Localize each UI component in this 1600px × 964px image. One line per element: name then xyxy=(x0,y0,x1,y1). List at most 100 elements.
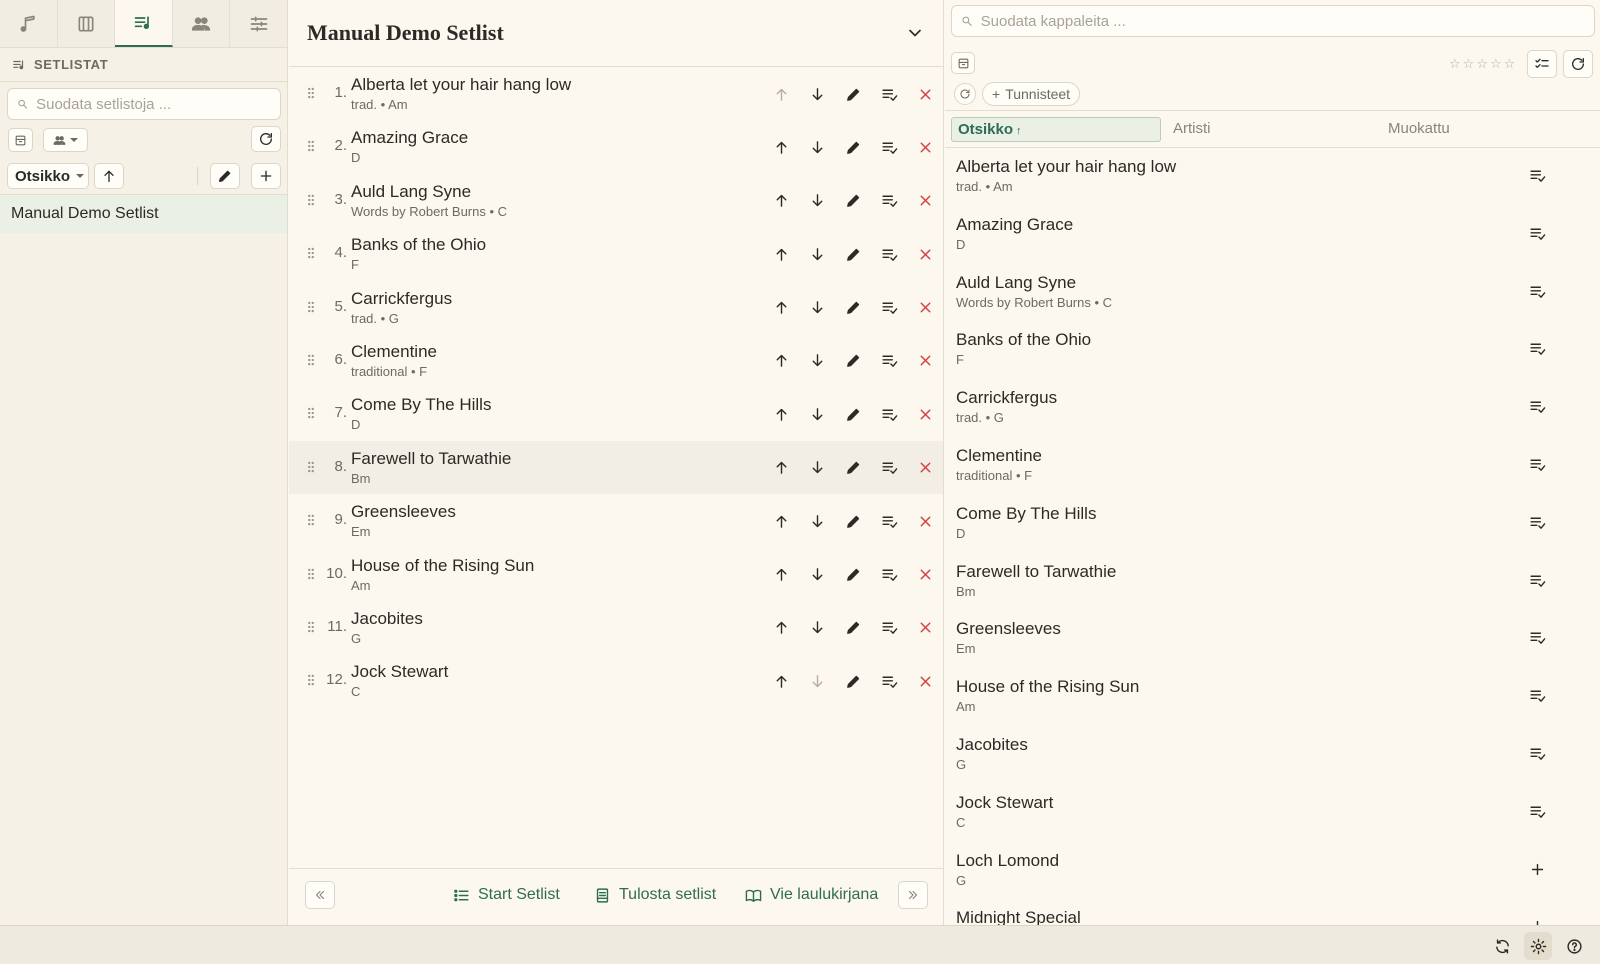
in-setlist-button[interactable] xyxy=(1529,225,1546,242)
song-title[interactable]: Carrickfergus xyxy=(956,388,1057,408)
song-title[interactable]: Come By The Hills xyxy=(351,395,491,415)
refresh-setlists-button[interactable] xyxy=(251,126,281,152)
drag-handle-icon[interactable] xyxy=(304,139,318,153)
print-setlist-button[interactable]: Tulosta setlist xyxy=(594,886,716,904)
column-header-artist[interactable]: Artisti xyxy=(1173,120,1211,137)
group-filter-dropdown[interactable] xyxy=(43,128,88,152)
song-list-item[interactable]: Farewell to Tarwathie Bm xyxy=(945,553,1600,611)
move-down-button[interactable] xyxy=(799,670,835,692)
drag-handle-icon[interactable] xyxy=(304,246,318,260)
edit-setlist-button[interactable] xyxy=(210,163,240,189)
in-setlist-button[interactable] xyxy=(1529,456,1546,473)
move-up-button[interactable] xyxy=(763,83,799,105)
drag-handle-icon[interactable] xyxy=(304,620,318,634)
entry-options-button[interactable] xyxy=(871,243,907,265)
edit-entry-button[interactable] xyxy=(835,564,871,586)
edit-entry-button[interactable] xyxy=(835,457,871,479)
entry-options-button[interactable] xyxy=(871,457,907,479)
drag-handle-icon[interactable] xyxy=(304,300,318,314)
setlist-row[interactable]: 2. Amazing Grace D xyxy=(289,120,943,173)
edit-entry-button[interactable] xyxy=(835,136,871,158)
setlist-row[interactable]: 11. Jacobites G xyxy=(289,601,943,654)
song-list-item[interactable]: House of the Rising Sun Am xyxy=(945,668,1600,726)
song-list-item[interactable]: Loch Lomond G xyxy=(945,842,1600,900)
sort-select[interactable]: Otsikko xyxy=(7,163,89,189)
drag-handle-icon[interactable] xyxy=(304,460,318,474)
move-up-button[interactable] xyxy=(763,564,799,586)
song-title[interactable]: Banks of the Ohio xyxy=(956,330,1091,350)
song-filter[interactable] xyxy=(951,5,1595,37)
move-down-button[interactable] xyxy=(799,457,835,479)
move-up-button[interactable] xyxy=(763,136,799,158)
move-up-button[interactable] xyxy=(763,297,799,319)
chevron-down-icon[interactable] xyxy=(905,23,925,43)
song-title[interactable]: House of the Rising Sun xyxy=(351,556,534,576)
song-title[interactable]: Alberta let your hair hang low xyxy=(351,75,571,95)
remove-entry-button[interactable] xyxy=(907,510,943,532)
setlist-row[interactable]: 4. Banks of the Ohio F xyxy=(289,227,943,280)
export-songbook-button[interactable]: Vie laulukirjana xyxy=(745,886,878,904)
song-list-item[interactable]: Jacobites G xyxy=(945,726,1600,784)
move-down-button[interactable] xyxy=(799,297,835,319)
song-list-item[interactable]: Greensleeves Em xyxy=(945,610,1600,668)
move-down-button[interactable] xyxy=(799,403,835,425)
song-list-item[interactable]: Banks of the Ohio F xyxy=(945,321,1600,379)
song-list-item[interactable]: Carrickfergus trad. • G xyxy=(945,379,1600,437)
remove-entry-button[interactable] xyxy=(907,83,943,105)
help-button[interactable] xyxy=(1560,932,1588,960)
edit-entry-button[interactable] xyxy=(835,243,871,265)
edit-entry-button[interactable] xyxy=(835,670,871,692)
song-title[interactable]: Clementine xyxy=(351,342,437,362)
remove-entry-button[interactable] xyxy=(907,350,943,372)
move-down-button[interactable] xyxy=(799,83,835,105)
in-setlist-button[interactable] xyxy=(1529,572,1546,589)
in-setlist-button[interactable] xyxy=(1529,398,1546,415)
song-title[interactable]: Carrickfergus xyxy=(351,289,452,309)
move-up-button[interactable] xyxy=(763,243,799,265)
star-icon[interactable]: ☆ xyxy=(1490,56,1502,72)
remove-entry-button[interactable] xyxy=(907,190,943,212)
song-title[interactable]: Jacobites xyxy=(956,735,1028,755)
in-setlist-button[interactable] xyxy=(1529,283,1546,300)
nav-tab-groups[interactable] xyxy=(172,0,231,47)
song-title[interactable]: Auld Lang Syne xyxy=(956,273,1076,293)
setlist-item[interactable]: Manual Demo Setlist xyxy=(0,195,287,233)
reset-filters-button[interactable] xyxy=(954,83,976,105)
nav-tab-setlists[interactable] xyxy=(115,0,173,47)
add-to-setlist-button[interactable] xyxy=(1529,861,1546,878)
entry-options-button[interactable] xyxy=(871,617,907,639)
column-header-title[interactable]: Otsikko ↑ xyxy=(951,117,1161,142)
setlist-filter-input[interactable] xyxy=(36,95,271,113)
drag-handle-icon[interactable] xyxy=(304,513,318,527)
nav-tab-songs[interactable] xyxy=(0,0,58,47)
nav-tab-settings[interactable] xyxy=(230,0,287,47)
move-down-button[interactable] xyxy=(799,564,835,586)
setlist-row[interactable]: 7. Come By The Hills D xyxy=(289,387,943,440)
move-down-button[interactable] xyxy=(799,617,835,639)
setlist-row[interactable]: 10. House of the Rising Sun Am xyxy=(289,548,943,601)
rating-filter[interactable]: ☆ ☆ ☆ ☆ ☆ xyxy=(1449,56,1515,72)
tags-filter-button[interactable]: + Tunnisteet xyxy=(982,82,1081,106)
remove-entry-button[interactable] xyxy=(907,297,943,319)
star-icon[interactable]: ☆ xyxy=(1504,56,1516,72)
entry-options-button[interactable] xyxy=(871,297,907,319)
setlist-row[interactable]: 3. Auld Lang Syne Words by Robert Burns • … xyxy=(289,174,943,227)
in-setlist-button[interactable] xyxy=(1529,687,1546,704)
drag-handle-icon[interactable] xyxy=(304,567,318,581)
remove-entry-button[interactable] xyxy=(907,403,943,425)
song-list-item[interactable]: Auld Lang Syne Words by Robert Burns • C xyxy=(945,264,1600,322)
song-title[interactable]: Greensleeves xyxy=(351,502,456,522)
song-title[interactable]: Banks of the Ohio xyxy=(351,235,486,255)
song-title[interactable]: Farewell to Tarwathie xyxy=(956,562,1116,582)
setlist-row[interactable]: 9. Greensleeves Em xyxy=(289,494,943,547)
in-setlist-button[interactable] xyxy=(1529,745,1546,762)
entry-options-button[interactable] xyxy=(871,403,907,425)
move-down-button[interactable] xyxy=(799,136,835,158)
sync-button[interactable] xyxy=(1488,932,1516,960)
drag-handle-icon[interactable] xyxy=(304,406,318,420)
in-setlist-button[interactable] xyxy=(1529,514,1546,531)
drag-handle-icon[interactable] xyxy=(304,673,318,687)
song-title[interactable]: Clementine xyxy=(956,446,1042,466)
entry-options-button[interactable] xyxy=(871,350,907,372)
add-setlist-button[interactable] xyxy=(251,163,281,189)
